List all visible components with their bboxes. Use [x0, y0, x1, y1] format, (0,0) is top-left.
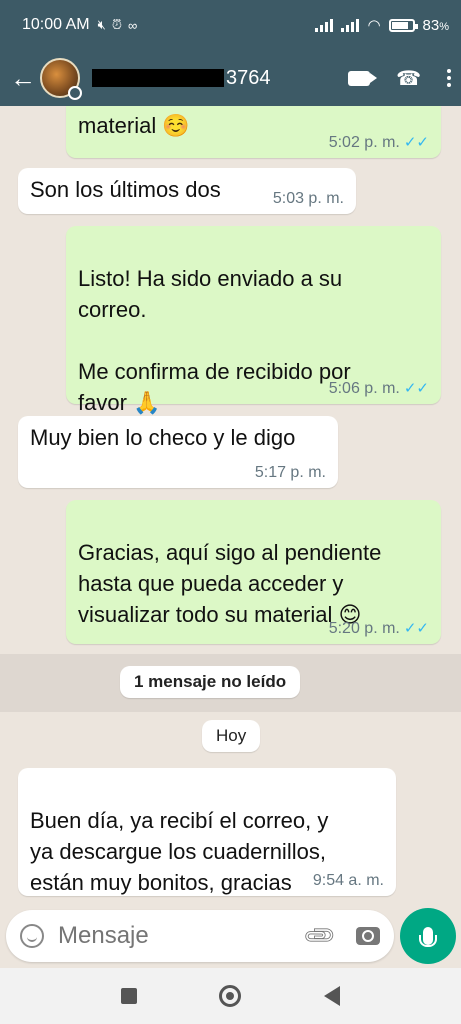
nav-back-icon[interactable] [323, 986, 340, 1006]
avatar[interactable] [40, 58, 82, 100]
signal-icon [315, 18, 334, 32]
message-text: Listo! Ha sido enviado a su correo. Me c… [78, 266, 351, 415]
chat-header: ← 3764 ☎︎ [0, 50, 461, 106]
message-composer: 📎︎ [6, 910, 394, 962]
signal-icon [341, 18, 360, 32]
message-text: Muy bien lo checo y le digo [30, 425, 296, 450]
battery-icon [388, 18, 418, 32]
status-bar: 10:00 AM 🔇︎ ⏰︎ ∞ ◠ 83% [0, 0, 461, 50]
message-time: 5:02 p. m. [328, 134, 400, 151]
phone-icon[interactable]: ☎︎ [396, 66, 421, 91]
video-call-icon[interactable] [348, 70, 378, 86]
read-ticks-icon: ✓✓ [403, 134, 429, 151]
message-time: 5:20 p. m. [328, 620, 400, 637]
wifi-icon: ◠ [367, 17, 381, 34]
message-time: 5:17 p. m. [254, 464, 326, 481]
message-time: 5:03 p. m. [272, 190, 344, 207]
microphone-icon [419, 927, 437, 947]
message-bubble-outgoing[interactable]: Listo! Ha sido enviado a su correo. Me c… [66, 226, 441, 415]
battery-level: 83% [422, 16, 449, 34]
unread-label: 1 mensaje no leído [120, 666, 301, 698]
read-ticks-icon: ✓✓ [403, 620, 429, 637]
more-options-icon[interactable] [447, 69, 451, 87]
message-bubble-incoming[interactable]: Muy bien lo checo y le digo 5:17 p. m. [18, 416, 338, 488]
message-text: material ☺️ [78, 113, 190, 138]
status-badge [68, 86, 82, 100]
message-bubble-incoming[interactable]: Buen día, ya recibí el correo, y ya desc… [18, 768, 396, 896]
voice-record-button[interactable] [400, 908, 456, 964]
message-input[interactable] [58, 922, 258, 950]
message-bubble-incoming[interactable]: Son los últimos dos 5:03 p. m. [18, 168, 356, 214]
contact-name[interactable]: 3764 [92, 67, 271, 90]
voicemail-icon: ∞ [127, 17, 138, 33]
home-icon[interactable] [219, 985, 242, 1007]
mute-icon: 🔇︎ [97, 17, 106, 32]
system-nav-bar [0, 968, 461, 1024]
message-text: Buen día, ya recibí el correo, y ya desc… [30, 808, 329, 895]
status-time: 10:00 AM [22, 16, 90, 33]
read-ticks-icon: ✓✓ [403, 380, 429, 397]
message-bubble-outgoing[interactable]: material ☺️ 5:02 p. m. ✓✓ [66, 106, 441, 158]
chat-area[interactable]: material ☺️ 5:02 p. m. ✓✓ Son los últimos… [0, 106, 461, 910]
back-arrow-icon[interactable]: ← [10, 63, 36, 94]
message-text: Gracias, aquí sigo al pendiente hasta qu… [78, 540, 382, 627]
attach-icon[interactable]: 📎︎ [301, 917, 339, 955]
alarm-icon: ⏰︎ [111, 17, 122, 32]
redaction-bar [92, 69, 224, 87]
recents-icon[interactable] [121, 988, 138, 1004]
emoji-icon[interactable] [20, 924, 44, 948]
camera-icon[interactable] [356, 927, 380, 945]
message-text: Son los últimos dos [30, 177, 221, 202]
message-time: 5:06 p. m. [328, 380, 400, 397]
day-label: Hoy [202, 720, 261, 752]
message-time: 9:54 a. m. [312, 872, 384, 889]
message-bubble-outgoing[interactable]: Gracias, aquí sigo al pendiente hasta qu… [66, 500, 441, 644]
